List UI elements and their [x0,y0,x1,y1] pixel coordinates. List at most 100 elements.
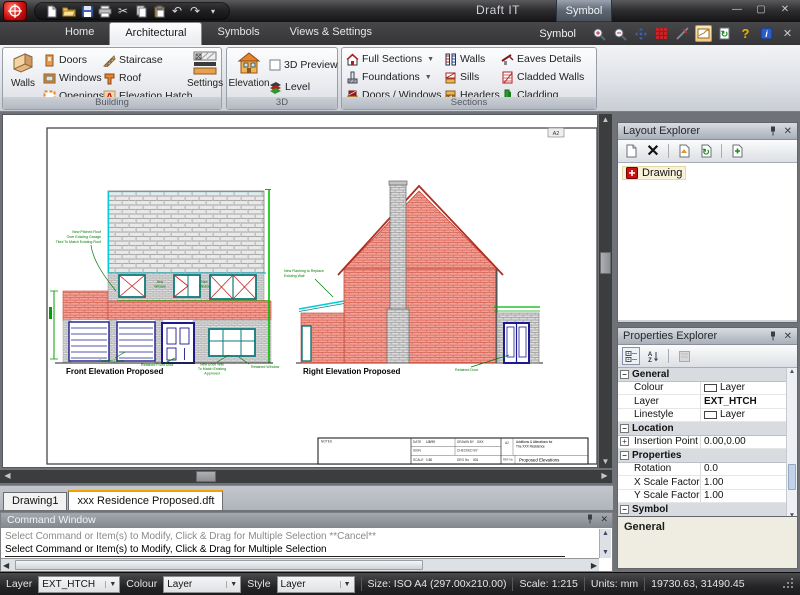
new-layout-icon[interactable] [622,142,640,160]
horizontal-scroll-thumb[interactable] [196,471,216,482]
qat-customize-icon[interactable]: ▾ [205,3,221,19]
scroll-down-icon[interactable]: ▼ [599,456,612,468]
tab-symbol-contextual[interactable]: Symbol [539,28,576,40]
scroll-up-icon[interactable]: ▲ [600,529,611,538]
pin-icon[interactable] [769,331,777,341]
section-walls-button[interactable]: Walls [444,51,485,67]
level-button[interactable]: Level [269,79,310,95]
zoom-in-icon[interactable] [590,25,607,42]
property-layer[interactable]: LayerEXT_HTCH [618,395,797,409]
property-grid-scrollbar[interactable]: ▲ ▼ [786,368,797,519]
sills-button[interactable]: Sills [444,69,479,85]
elevation-button[interactable]: Elevation [231,50,267,98]
cladded-walls-button[interactable]: Cladded Walls [501,69,584,85]
doc-tab-drawing1[interactable]: Drawing1 [3,492,67,510]
scroll-down-icon[interactable]: ▼ [600,548,611,557]
category-properties[interactable]: −Properties [618,449,797,463]
cut-icon[interactable]: ✂ [115,3,131,19]
collapse-icon[interactable]: − [620,505,629,514]
undo-icon[interactable]: ↶ [169,3,185,19]
walls-button[interactable]: Walls [5,50,41,98]
roof-button[interactable]: Roof [103,70,141,86]
category-location[interactable]: −Location [618,422,797,436]
property-colour[interactable]: ColourLayer [618,382,797,396]
grid-scroll-thumb[interactable] [788,464,796,490]
add-layout-icon[interactable] [728,142,746,160]
command-vertical-scrollbar[interactable]: ▲ ▼ [599,529,611,558]
collapse-icon[interactable]: − [620,451,629,460]
save-icon[interactable] [79,3,95,19]
tab-home[interactable]: Home [50,22,109,45]
scroll-left-icon[interactable]: ◀ [1,470,14,482]
scroll-right-icon[interactable]: ▶ [591,561,597,570]
close-icon[interactable]: ✕ [784,126,792,137]
copy-icon[interactable] [133,3,149,19]
delete-layout-icon[interactable]: ✕ [644,142,662,160]
categorized-view-icon[interactable]: ++ [622,347,640,365]
property-x-scale[interactable]: X Scale Factor1.00 [618,476,797,490]
close-panel-icon[interactable]: ✕ [779,25,796,42]
scroll-up-icon[interactable]: ▲ [787,368,797,375]
redo-icon[interactable]: ↷ [187,3,203,19]
refresh-icon[interactable]: ↻ [716,25,733,42]
scroll-right-icon[interactable]: ▶ [598,470,611,482]
property-y-scale[interactable]: Y Scale Factor1.00 [618,490,797,504]
application-menu-button[interactable] [3,1,27,21]
draw-line-icon[interactable] [674,25,691,42]
print-icon[interactable] [97,3,113,19]
3d-preview-toggle[interactable]: 3D Preview [269,57,338,73]
tab-views-settings[interactable]: Views & Settings [275,22,387,45]
tab-symbols[interactable]: Symbols [202,22,274,45]
info-icon[interactable]: i [758,25,775,42]
drawing-view[interactable]: A2 [3,115,597,467]
command-hscroll-thumb[interactable] [15,560,423,570]
canvas-vertical-scrollbar[interactable]: ▲ ▼ [599,114,612,468]
symbol-editor-icon[interactable] [695,25,712,42]
pan-icon[interactable] [632,25,649,42]
zoom-out-icon[interactable] [611,25,628,42]
property-rotation[interactable]: Rotation0.0 [618,463,797,477]
import-layout-icon[interactable] [675,142,693,160]
new-icon[interactable] [43,3,59,19]
doors-button[interactable]: Doors [43,52,87,68]
layout-item-drawing[interactable]: Drawing [622,166,686,180]
foundations-button[interactable]: Foundations▼ [346,69,432,85]
tab-architectural[interactable]: Architectural [109,22,202,45]
full-sections-button[interactable]: Full Sections▼ [346,51,434,67]
layer-combobox[interactable]: EXT_HTCH▼ [38,576,120,593]
drawing-canvas[interactable]: A2 [2,114,598,468]
property-insertion-point[interactable]: +Insertion Point0.00,0.00 [618,436,797,450]
canvas-horizontal-scrollbar[interactable]: ◀ ▶ [0,470,612,483]
grid-icon[interactable] [653,25,670,42]
doc-tab-residence[interactable]: xxx Residence Proposed.dft [68,490,223,510]
settings-button[interactable]: Settings [187,50,223,98]
contextual-tab-group[interactable]: Symbol [556,0,612,22]
refresh-layout-icon[interactable]: ↻ [697,142,715,160]
pin-icon[interactable] [586,514,594,524]
sort-az-icon[interactable]: AZ [644,347,662,365]
eaves-details-button[interactable]: Eaves Details [501,51,581,67]
scroll-up-icon[interactable]: ▲ [599,114,612,126]
collapse-icon[interactable]: − [620,424,629,433]
scroll-left-icon[interactable]: ◀ [3,561,9,570]
close-icon[interactable]: ✕ [600,514,608,525]
help-icon[interactable]: ? [737,25,754,42]
colour-combobox[interactable]: Layer▼ [163,576,241,593]
close-button[interactable]: ✕ [776,3,794,17]
style-combobox[interactable]: Layer▼ [277,576,355,593]
windows-button[interactable]: Windows [43,70,102,86]
vertical-scroll-thum[interactable] [600,252,611,274]
paste-icon[interactable] [151,3,167,19]
minimize-button[interactable]: — [728,3,746,17]
expand-icon[interactable]: + [620,437,629,446]
resize-grip[interactable] [782,577,794,592]
command-horizontal-scrollbar[interactable]: ◀ ▶ [1,558,599,571]
category-general[interactable]: −General [618,368,797,382]
collapse-icon[interactable]: − [620,370,629,379]
category-symbol[interactable]: −Symbol [618,503,797,517]
close-icon[interactable]: ✕ [784,331,792,342]
property-linestyle[interactable]: LinestyleLayer [618,409,797,423]
maximize-button[interactable]: ▢ [752,3,770,17]
open-icon[interactable] [61,3,77,19]
staircase-button[interactable]: Staircase [103,52,163,68]
